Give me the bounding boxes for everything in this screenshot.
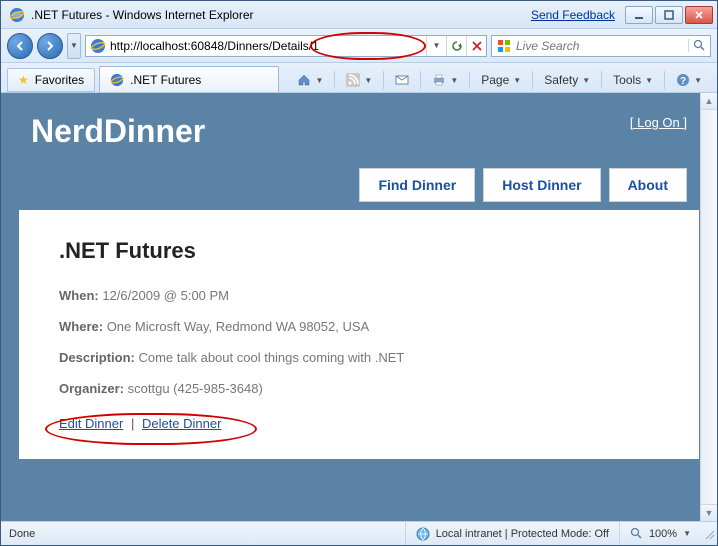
login-status: [ Log On ] (630, 113, 687, 130)
command-bar: ▼ ▼ ▼ Page▼ Safety▼ Tools▼ ?▼ (290, 68, 711, 92)
refresh-button[interactable] (446, 36, 466, 56)
ie-logo-icon (9, 7, 25, 23)
read-mail-button[interactable] (388, 69, 416, 91)
maximize-button[interactable] (655, 6, 683, 24)
scroll-up-button[interactable]: ▲ (701, 93, 717, 110)
home-button[interactable]: ▼ (290, 69, 330, 91)
recent-pages-dropdown[interactable]: ▼ (67, 33, 81, 59)
nav-toolbar: ▼ ▼ (1, 29, 717, 63)
tab-favicon-icon (110, 73, 124, 87)
search-input[interactable] (516, 39, 688, 53)
dinner-title: .NET Futures (59, 238, 659, 264)
site-brand[interactable]: NerdDinner (31, 113, 205, 150)
close-button[interactable] (685, 6, 713, 24)
svg-text:?: ? (680, 76, 686, 87)
live-search-logo-icon (496, 38, 512, 54)
actions-separator: | (131, 416, 134, 431)
page-menu[interactable]: Page▼ (474, 69, 528, 91)
minimize-button[interactable] (625, 6, 653, 24)
resize-grip[interactable] (701, 526, 717, 542)
printer-icon (432, 73, 446, 87)
site-nav: Find Dinner Host Dinner About (1, 150, 717, 202)
chevron-down-icon: ▼ (683, 529, 691, 538)
home-icon (297, 73, 311, 87)
star-icon: ★ (18, 73, 29, 87)
window-titlebar: .NET Futures - Windows Internet Explorer… (1, 1, 717, 29)
url-input[interactable] (110, 36, 426, 56)
help-button[interactable]: ?▼ (669, 69, 709, 91)
forward-button[interactable] (37, 33, 63, 59)
favorites-label: Favorites (35, 73, 84, 87)
feeds-button[interactable]: ▼ (339, 69, 379, 91)
search-go-button[interactable] (688, 39, 710, 52)
address-bar[interactable]: ▼ (85, 35, 487, 57)
back-button[interactable] (7, 33, 33, 59)
edit-dinner-link[interactable]: Edit Dinner (59, 416, 123, 431)
help-icon: ? (676, 73, 690, 87)
scroll-down-button[interactable]: ▼ (701, 504, 717, 521)
tab-row: ★ Favorites .NET Futures ▼ ▼ ▼ Page▼ Saf… (1, 63, 717, 93)
mail-icon (395, 73, 409, 87)
detail-organizer: Organizer: scottgu (425-985-3648) (59, 381, 659, 396)
intranet-zone-icon (416, 527, 430, 541)
print-button[interactable]: ▼ (425, 69, 465, 91)
detail-description: Description: Come talk about cool things… (59, 350, 659, 365)
tools-menu[interactable]: Tools▼ (606, 69, 660, 91)
nerddinner-page: NerdDinner [ Log On ] Find Dinner Host D… (1, 93, 717, 521)
send-feedback-link[interactable]: Send Feedback (531, 8, 615, 22)
status-security-zone[interactable]: Local intranet | Protected Mode: Off (405, 522, 619, 545)
logon-link[interactable]: Log On (637, 115, 680, 130)
vertical-scrollbar[interactable]: ▲ ▼ (700, 93, 717, 521)
tab-title: .NET Futures (130, 73, 201, 87)
nav-host-dinner[interactable]: Host Dinner (483, 168, 600, 202)
content-viewport: NerdDinner [ Log On ] Find Dinner Host D… (1, 93, 717, 521)
search-box[interactable] (491, 35, 711, 57)
detail-when: When: 12/6/2009 @ 5:00 PM (59, 288, 659, 303)
favorites-button[interactable]: ★ Favorites (7, 68, 95, 92)
status-bar: Done Local intranet | Protected Mode: Of… (1, 521, 717, 545)
dinner-details-card: .NET Futures When: 12/6/2009 @ 5:00 PM W… (19, 210, 699, 459)
status-done: Done (1, 522, 45, 545)
safety-menu[interactable]: Safety▼ (537, 69, 597, 91)
rss-icon (346, 73, 360, 87)
nav-find-dinner[interactable]: Find Dinner (359, 168, 475, 202)
window-title: .NET Futures - Windows Internet Explorer (31, 8, 531, 22)
address-dropdown[interactable]: ▼ (426, 36, 446, 56)
zoom-icon (630, 527, 643, 540)
detail-where: Where: One Microsft Way, Redmond WA 9805… (59, 319, 659, 334)
status-zoom[interactable]: 100% ▼ (619, 522, 701, 545)
delete-dinner-link[interactable]: Delete Dinner (142, 416, 222, 431)
nav-about[interactable]: About (609, 168, 687, 202)
browser-tab[interactable]: .NET Futures (99, 66, 279, 92)
dinner-actions: Edit Dinner | Delete Dinner (59, 416, 659, 431)
page-favicon-icon (90, 38, 106, 54)
stop-button[interactable] (466, 36, 486, 56)
